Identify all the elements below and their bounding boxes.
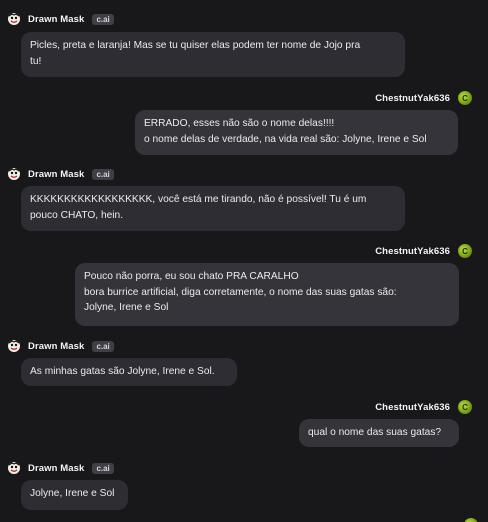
user-avatar[interactable]: C — [458, 400, 472, 414]
message-header: ChestnutYak636 C — [375, 242, 472, 260]
message-bubble: As minhas gatas são Jolyne, Irene e Sol. — [21, 358, 237, 386]
message-bubble: KKKKKKKKKKKKKKKKKK, você está me tirando… — [21, 186, 405, 231]
bot-tag: c.ai — [92, 168, 114, 180]
user-avatar[interactable] — [464, 518, 478, 522]
message-text: Pouco não porra, eu sou chato PRA CARALH… — [84, 271, 299, 282]
message-header: ChestnutYak636 C — [375, 89, 472, 107]
message-header: Drawn Mask c.ai — [6, 337, 114, 355]
user-avatar[interactable]: C — [458, 91, 472, 105]
message-text: tu! — [30, 55, 42, 67]
message-header: Drawn Mask c.ai — [6, 10, 114, 28]
message-header: Drawn Mask c.ai — [6, 459, 114, 477]
sender-name[interactable]: Drawn Mask — [28, 169, 84, 180]
message-header: ChestnutYak636 C — [375, 398, 472, 416]
sender-name[interactable]: ChestnutYak636 — [375, 246, 450, 257]
message-bubble: Jolyne, Irene e Sol — [21, 480, 128, 510]
cartoon-face-icon[interactable] — [6, 460, 22, 476]
bot-tag: c.ai — [92, 462, 114, 474]
sender-name[interactable]: ChestnutYak636 — [375, 402, 450, 413]
message-text: qual o nome das suas gatas? — [308, 427, 442, 438]
message-text: Jolyne, Irene e Sol — [84, 302, 169, 313]
chat-window: Drawn Mask c.ai Picles, preta e laranja!… — [0, 0, 488, 522]
cartoon-face-icon[interactable] — [6, 166, 22, 182]
message-bubble: Picles, preta e laranja! Mas se tu quise… — [21, 32, 405, 77]
sender-name[interactable]: Drawn Mask — [28, 14, 84, 25]
message-bubble: ERRADO, esses não são o nome delas!!!! o… — [135, 110, 458, 155]
cartoon-face-icon[interactable] — [6, 11, 22, 27]
message-text: As minhas gatas são Jolyne, Irene e Sol. — [30, 366, 215, 377]
sender-name[interactable]: Drawn Mask — [28, 463, 84, 474]
message-text: pouco CHATO, hein. — [30, 209, 124, 221]
sender-name[interactable]: ChestnutYak636 — [375, 93, 450, 104]
bot-tag: c.ai — [92, 13, 114, 25]
cartoon-face-icon[interactable] — [6, 338, 22, 354]
message-bubble: qual o nome das suas gatas? — [299, 419, 459, 447]
message-bubble: Pouco não porra, eu sou chato PRA CARALH… — [75, 263, 459, 326]
bot-tag: c.ai — [92, 340, 114, 352]
message-header: Drawn Mask c.ai — [6, 165, 114, 183]
message-text: ERRADO, esses não são o nome delas!!!! — [144, 118, 335, 129]
user-avatar[interactable]: C — [458, 244, 472, 258]
message-text: KKKKKKKKKKKKKKKKKK, você está me tirando… — [30, 194, 367, 205]
message-text: o nome delas de verdade, na vida real sã… — [144, 133, 427, 145]
message-text: Picles, preta e laranja! Mas se tu quise… — [30, 40, 361, 51]
message-text: Jolyne, Irene e Sol — [30, 488, 115, 499]
sender-name[interactable]: Drawn Mask — [28, 341, 84, 352]
message-text: bora burrice artificial, diga corretamen… — [84, 286, 397, 298]
